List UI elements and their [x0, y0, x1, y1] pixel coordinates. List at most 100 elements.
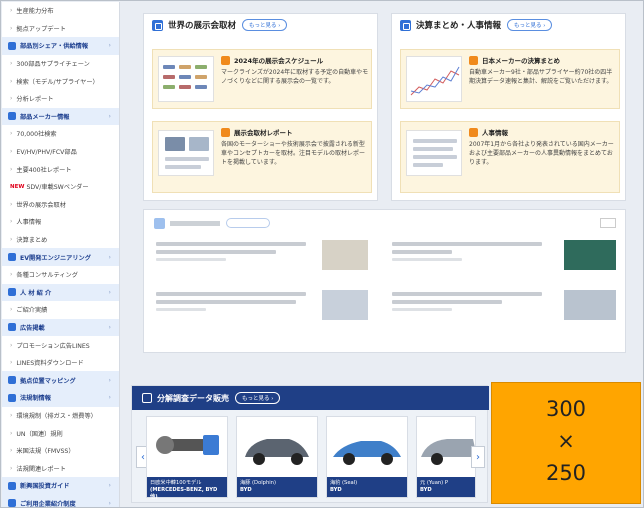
graph-icon — [469, 55, 478, 65]
ad-placeholder[interactable]: 300 × 250 — [491, 382, 641, 504]
sidebar-item-26[interactable]: › 法規関連レポート — [2, 459, 119, 477]
sidebar-section-18[interactable]: 広告掲載 › — [2, 318, 119, 337]
sidebar-item-24[interactable]: › UN（国連）規則 — [2, 424, 119, 442]
news-thumb-4 — [564, 290, 616, 320]
bullet-icon: › — [10, 95, 13, 103]
report-title-row: 展示会取材レポート — [221, 127, 293, 137]
chevron-right-icon: › — [108, 112, 111, 120]
car-item-3[interactable]: 海豹 (Seal) BYD — [326, 416, 408, 498]
sidebar-item-4[interactable]: › 検索（モデル/サプライヤー） — [2, 72, 119, 90]
sidebar-item-5[interactable]: › 分析レポート — [2, 90, 119, 108]
sidebar-section-14[interactable]: EV開発エンジニアリング › — [2, 248, 119, 266]
personnel-title-row: 人事情報 — [469, 127, 508, 137]
sidebar-item-11[interactable]: › 世界の展示会取材 — [2, 196, 119, 214]
results-thumbnail — [406, 56, 462, 102]
sidebar-section-28[interactable]: ご利用企業紹介制度 › — [2, 494, 119, 508]
sidebar-label: 各種コンサルティング — [16, 272, 78, 280]
sidebar-item-25[interactable]: › 米国法規（FMVSS） — [2, 442, 119, 460]
news-item-3[interactable] — [156, 292, 306, 315]
finance-item-personnel[interactable]: 人事情報 2007年1月から各社より発表されている国内メーカーおよび主要部品メー… — [400, 121, 620, 193]
bullet-icon: › — [10, 411, 13, 419]
car-item-4[interactable]: 元 (Yuan) P BYD — [416, 416, 476, 498]
sidebar-label: 環境規制（排ガス・燃費等） — [16, 412, 97, 420]
sidebar-label: SDV/車載SWベンダー — [26, 184, 89, 192]
sidebar-label: 部品メーカー情報 — [20, 113, 70, 121]
car-image-yuan — [421, 439, 475, 465]
personnel-title: 人事情報 — [482, 129, 508, 137]
chart-icon — [400, 19, 411, 31]
car-name-1: 日欧米中韓100モデル — [150, 480, 202, 486]
section-icon — [8, 41, 16, 50]
chevron-right-icon: › — [108, 288, 111, 296]
schedule-title: 2024年の展示会スケジュール — [234, 57, 324, 65]
bullet-icon: › — [10, 130, 13, 138]
car-caption-2: 海豚 (Dolphin) BYD — [237, 477, 317, 497]
sidebar-label: ご利用企業紹介制度 — [20, 500, 76, 508]
sidebar-item-1[interactable]: › 拠点アップデート — [2, 20, 119, 38]
sidebar-section-2[interactable]: 部品別シェア・供給情報 › — [2, 37, 119, 55]
sidebar-item-10[interactable]: NEW SDV/車載SWベンダー — [2, 178, 119, 196]
sidebar-item-23[interactable]: › 環境規制（排ガス・燃費等） — [2, 407, 119, 425]
sidebar-label: 世界の展示会取材 — [16, 201, 66, 209]
car-maker-3: BYD — [330, 487, 342, 493]
finance-more-button[interactable]: もっと見る › — [507, 19, 553, 31]
sidebar-item-13[interactable]: › 決算まとめ — [2, 231, 119, 249]
car-item-2[interactable]: 海豚 (Dolphin) BYD — [236, 416, 318, 498]
bullet-icon: › — [10, 236, 13, 244]
bullet-icon: › — [10, 148, 13, 156]
sidebar-item-19[interactable]: › プロモーション広告LINES — [2, 336, 119, 354]
car-maker-4: BYD — [420, 487, 432, 493]
sidebar-label: 部品別シェア・供給情報 — [20, 43, 89, 51]
bullet-icon: › — [10, 200, 13, 208]
carousel-next-button[interactable]: › — [471, 446, 485, 468]
results-desc: 自動車メーカー9社・部品サプライヤー約70社の四半期決算データ速報と集計、解説を… — [469, 69, 613, 86]
car-part-image — [156, 435, 219, 455]
section-icon — [8, 112, 16, 121]
car-item-1[interactable]: 日欧米中韓100モデル (MERCEDES-BENZ, BYD他) — [146, 416, 228, 500]
sidebar-item-15[interactable]: › 各種コンサルティング — [2, 266, 119, 284]
sidebar-item-8[interactable]: › EV/HV/PHV/FCV部品 — [2, 143, 119, 161]
car-caption-4: 元 (Yuan) P BYD — [417, 477, 475, 497]
sidebar-section-27[interactable]: 新興国投資ガイド › — [2, 477, 119, 495]
finance-item-results[interactable]: 日本メーカーの決算まとめ 自動車メーカー9社・部品サプライヤー約70社の四半期決… — [400, 49, 620, 109]
sidebar-label: 拠点アップデート — [16, 25, 66, 33]
bullet-icon: › — [10, 447, 13, 455]
sidebar-item-12[interactable]: › 人事情報 — [2, 213, 119, 231]
teardown-more-button[interactable]: もっと見る › — [235, 392, 281, 404]
exhibition-title: 世界の展示会取材 — [168, 21, 237, 31]
sidebar-section-21[interactable]: 拠点位置マッピング › — [2, 371, 119, 390]
document-icon — [142, 393, 152, 403]
bullet-icon: › — [10, 77, 13, 85]
sidebar-item-7[interactable]: › 70,000社検索 — [2, 125, 119, 143]
results-graph-icon — [410, 66, 460, 96]
report-title: 展示会取材レポート — [234, 129, 293, 137]
section-icon — [8, 393, 16, 402]
sidebar-item-17[interactable]: › ご紹介実績 — [2, 301, 119, 319]
exhibition-item-report[interactable]: 展示会取材レポート 各国のモーターショーや技術展示会で披露される新型車やコンセプ… — [152, 121, 372, 193]
results-title-row: 日本メーカーの決算まとめ — [469, 55, 560, 65]
news-tag-blur — [600, 218, 616, 228]
sidebar-label: 広告掲載 — [20, 324, 45, 332]
sidebar-item-20[interactable]: › LINES資料ダウンロード — [2, 354, 119, 372]
news-item-1[interactable] — [156, 242, 306, 265]
sidebar-section-16[interactable]: 人 材 紹 介 › — [2, 283, 119, 302]
sidebar-item-9[interactable]: › 主要400社レポート — [2, 160, 119, 178]
sidebar-section-6[interactable]: 部品メーカー情報 › — [2, 107, 119, 126]
news-more-blur[interactable] — [226, 218, 270, 228]
bullet-icon: › — [10, 359, 13, 367]
exhibition-item-schedule[interactable]: 2024年の展示会スケジュール マークラインズが2024年に取材する予定の自動車… — [152, 49, 372, 109]
section-icon — [8, 481, 16, 490]
exhibition-more-button[interactable]: もっと見る › — [242, 19, 288, 31]
sidebar-item-0[interactable]: › 生産能力分布 — [2, 2, 119, 20]
sidebar-item-3[interactable]: › 300部品サプライチェーン — [2, 55, 119, 73]
news-thumb-3 — [322, 290, 368, 320]
news-item-4[interactable] — [392, 292, 542, 315]
sidebar-section-22[interactable]: 法規制情報 › — [2, 389, 119, 407]
sidebar-label: 70,000社検索 — [16, 131, 57, 139]
sidebar-label: 拠点位置マッピング — [20, 377, 76, 385]
personnel-desc: 2007年1月から各社より発表されている国内メーカーおよび主要部品メーカーの人事… — [469, 141, 614, 167]
finance-header: 決算まとめ・人事情報 もっと見る › — [392, 14, 625, 36]
car-name-3: 海豹 (Seal) — [330, 480, 358, 486]
car-caption-1: 日欧米中韓100モデル (MERCEDES-BENZ, BYD他) — [147, 477, 227, 500]
news-item-2[interactable] — [392, 242, 542, 265]
